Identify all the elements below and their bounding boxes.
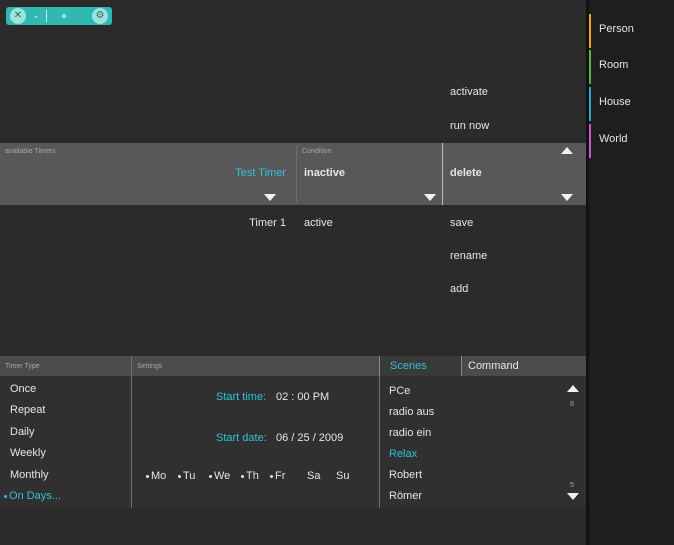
start-date-label: Start date: xyxy=(216,432,267,444)
bottom-panel-header: Timer Type Settings Scenes Command xyxy=(0,356,586,376)
rename-button[interactable]: rename xyxy=(450,250,487,262)
rail-item-house[interactable]: House xyxy=(589,87,674,121)
scenes-scroll-down-icon[interactable] xyxy=(567,493,579,500)
condition-dropdown-arrow-icon[interactable] xyxy=(424,194,436,201)
column-divider xyxy=(379,376,380,508)
window-toolbar: ✕ - + ⚙ xyxy=(6,7,112,25)
scenes-scroll-up-icon[interactable] xyxy=(567,385,579,392)
settings-icon[interactable]: ⚙ xyxy=(92,8,108,24)
scroll-up-icon[interactable] xyxy=(561,147,573,154)
activate-button[interactable]: activate xyxy=(450,86,488,98)
day-we-label: We xyxy=(214,470,231,482)
scroll-down-icon[interactable] xyxy=(561,194,573,201)
day-sa[interactable]: Sa xyxy=(307,470,320,482)
rail-item-person[interactable]: Person xyxy=(589,14,674,48)
plus-icon[interactable]: + xyxy=(58,9,70,23)
rail-item-label: House xyxy=(599,96,631,108)
add-button[interactable]: add xyxy=(450,283,468,295)
rail-item-label: Person xyxy=(599,23,634,35)
day-selected-dot-icon xyxy=(270,474,273,478)
day-selected-dot-icon xyxy=(241,474,244,478)
day-tu-label: Tu xyxy=(183,470,196,482)
day-we[interactable]: We xyxy=(209,470,230,482)
day-selected-dot-icon xyxy=(178,474,181,478)
timer-type-daily[interactable]: Daily xyxy=(10,426,34,438)
context-rail: Person Room House World xyxy=(589,0,674,545)
scroll-count-bottom: 5 xyxy=(570,482,574,489)
tab-command[interactable]: Command xyxy=(461,356,541,376)
day-mo[interactable]: Mo xyxy=(146,470,166,482)
timer-type-once[interactable]: Once xyxy=(10,383,36,395)
rail-color-bar xyxy=(589,50,591,84)
settings-label: Settings xyxy=(137,363,163,370)
selected-timer-name[interactable]: Test Timer xyxy=(150,167,286,179)
selected-dot-icon xyxy=(4,494,7,498)
timer-type-weekly[interactable]: Weekly xyxy=(10,447,46,459)
day-th[interactable]: Th xyxy=(241,470,259,482)
scene-item-selected[interactable]: Relax xyxy=(389,448,417,460)
start-date-value[interactable]: 06 / 25 / 2009 xyxy=(276,432,343,444)
close-icon[interactable]: ✕ xyxy=(10,8,26,24)
start-time-value[interactable]: 02 : 00 PM xyxy=(276,391,329,403)
timer-type-on-days[interactable]: On Days... xyxy=(4,490,61,502)
day-selected-dot-icon xyxy=(146,474,149,478)
scene-item[interactable]: PCe xyxy=(389,385,410,397)
column-divider xyxy=(296,146,297,202)
minus-icon[interactable]: - xyxy=(30,9,42,23)
timer-type-repeat[interactable]: Repeat xyxy=(10,404,45,416)
rail-color-bar xyxy=(589,87,591,121)
timer-dropdown-arrow-icon[interactable] xyxy=(264,194,276,201)
timer-row-name[interactable]: Timer 1 xyxy=(150,217,286,229)
tab-command-label: Command xyxy=(468,360,519,372)
scene-item[interactable]: radio ein xyxy=(389,427,431,439)
rail-color-bar xyxy=(589,14,591,48)
rail-item-label: Room xyxy=(599,59,629,71)
scene-item[interactable]: Robert xyxy=(389,469,422,481)
timer-type-on-days-label: On Days... xyxy=(9,490,61,502)
tab-scenes[interactable]: Scenes xyxy=(379,356,462,376)
run-now-button[interactable]: run now xyxy=(450,120,489,132)
scene-item[interactable]: radio aus xyxy=(389,406,434,418)
tab-scenes-label: Scenes xyxy=(390,360,427,372)
bottom-panel-body: Once Repeat Daily Weekly Monthly On Days… xyxy=(0,376,586,508)
timer-row-condition: active xyxy=(304,217,333,229)
rail-item-room[interactable]: Room xyxy=(589,50,674,84)
timer-list-header: available Timers Condition Test Timer in… xyxy=(0,143,586,205)
selected-condition[interactable]: inactive xyxy=(304,167,345,179)
rail-item-label: World xyxy=(599,133,628,145)
start-time-label: Start time: xyxy=(216,391,267,403)
rail-item-world[interactable]: World xyxy=(589,124,674,158)
column-divider xyxy=(131,356,132,376)
day-th-label: Th xyxy=(246,470,259,482)
condition-column-label: Condition xyxy=(302,148,332,155)
toolbar-divider xyxy=(46,10,47,22)
day-fr[interactable]: Fr xyxy=(270,470,285,482)
timer-app: ✕ - + ⚙ Person Room House World activate… xyxy=(0,0,674,545)
save-button[interactable]: save xyxy=(450,217,473,229)
scroll-count-top: 8 xyxy=(570,401,574,408)
rail-color-bar xyxy=(589,124,591,158)
scene-item[interactable]: Römer xyxy=(389,490,422,502)
day-mo-label: Mo xyxy=(151,470,167,482)
actions-divider xyxy=(442,143,443,205)
column-divider xyxy=(131,376,132,508)
day-fr-label: Fr xyxy=(275,470,286,482)
day-su[interactable]: Su xyxy=(336,470,349,482)
delete-button[interactable]: delete xyxy=(450,167,482,179)
timer-type-label: Timer Type xyxy=(5,363,40,370)
available-timers-label: available Timers xyxy=(5,148,56,155)
day-selected-dot-icon xyxy=(209,474,212,478)
timer-type-monthly[interactable]: Monthly xyxy=(10,469,49,481)
day-tu[interactable]: Tu xyxy=(178,470,195,482)
